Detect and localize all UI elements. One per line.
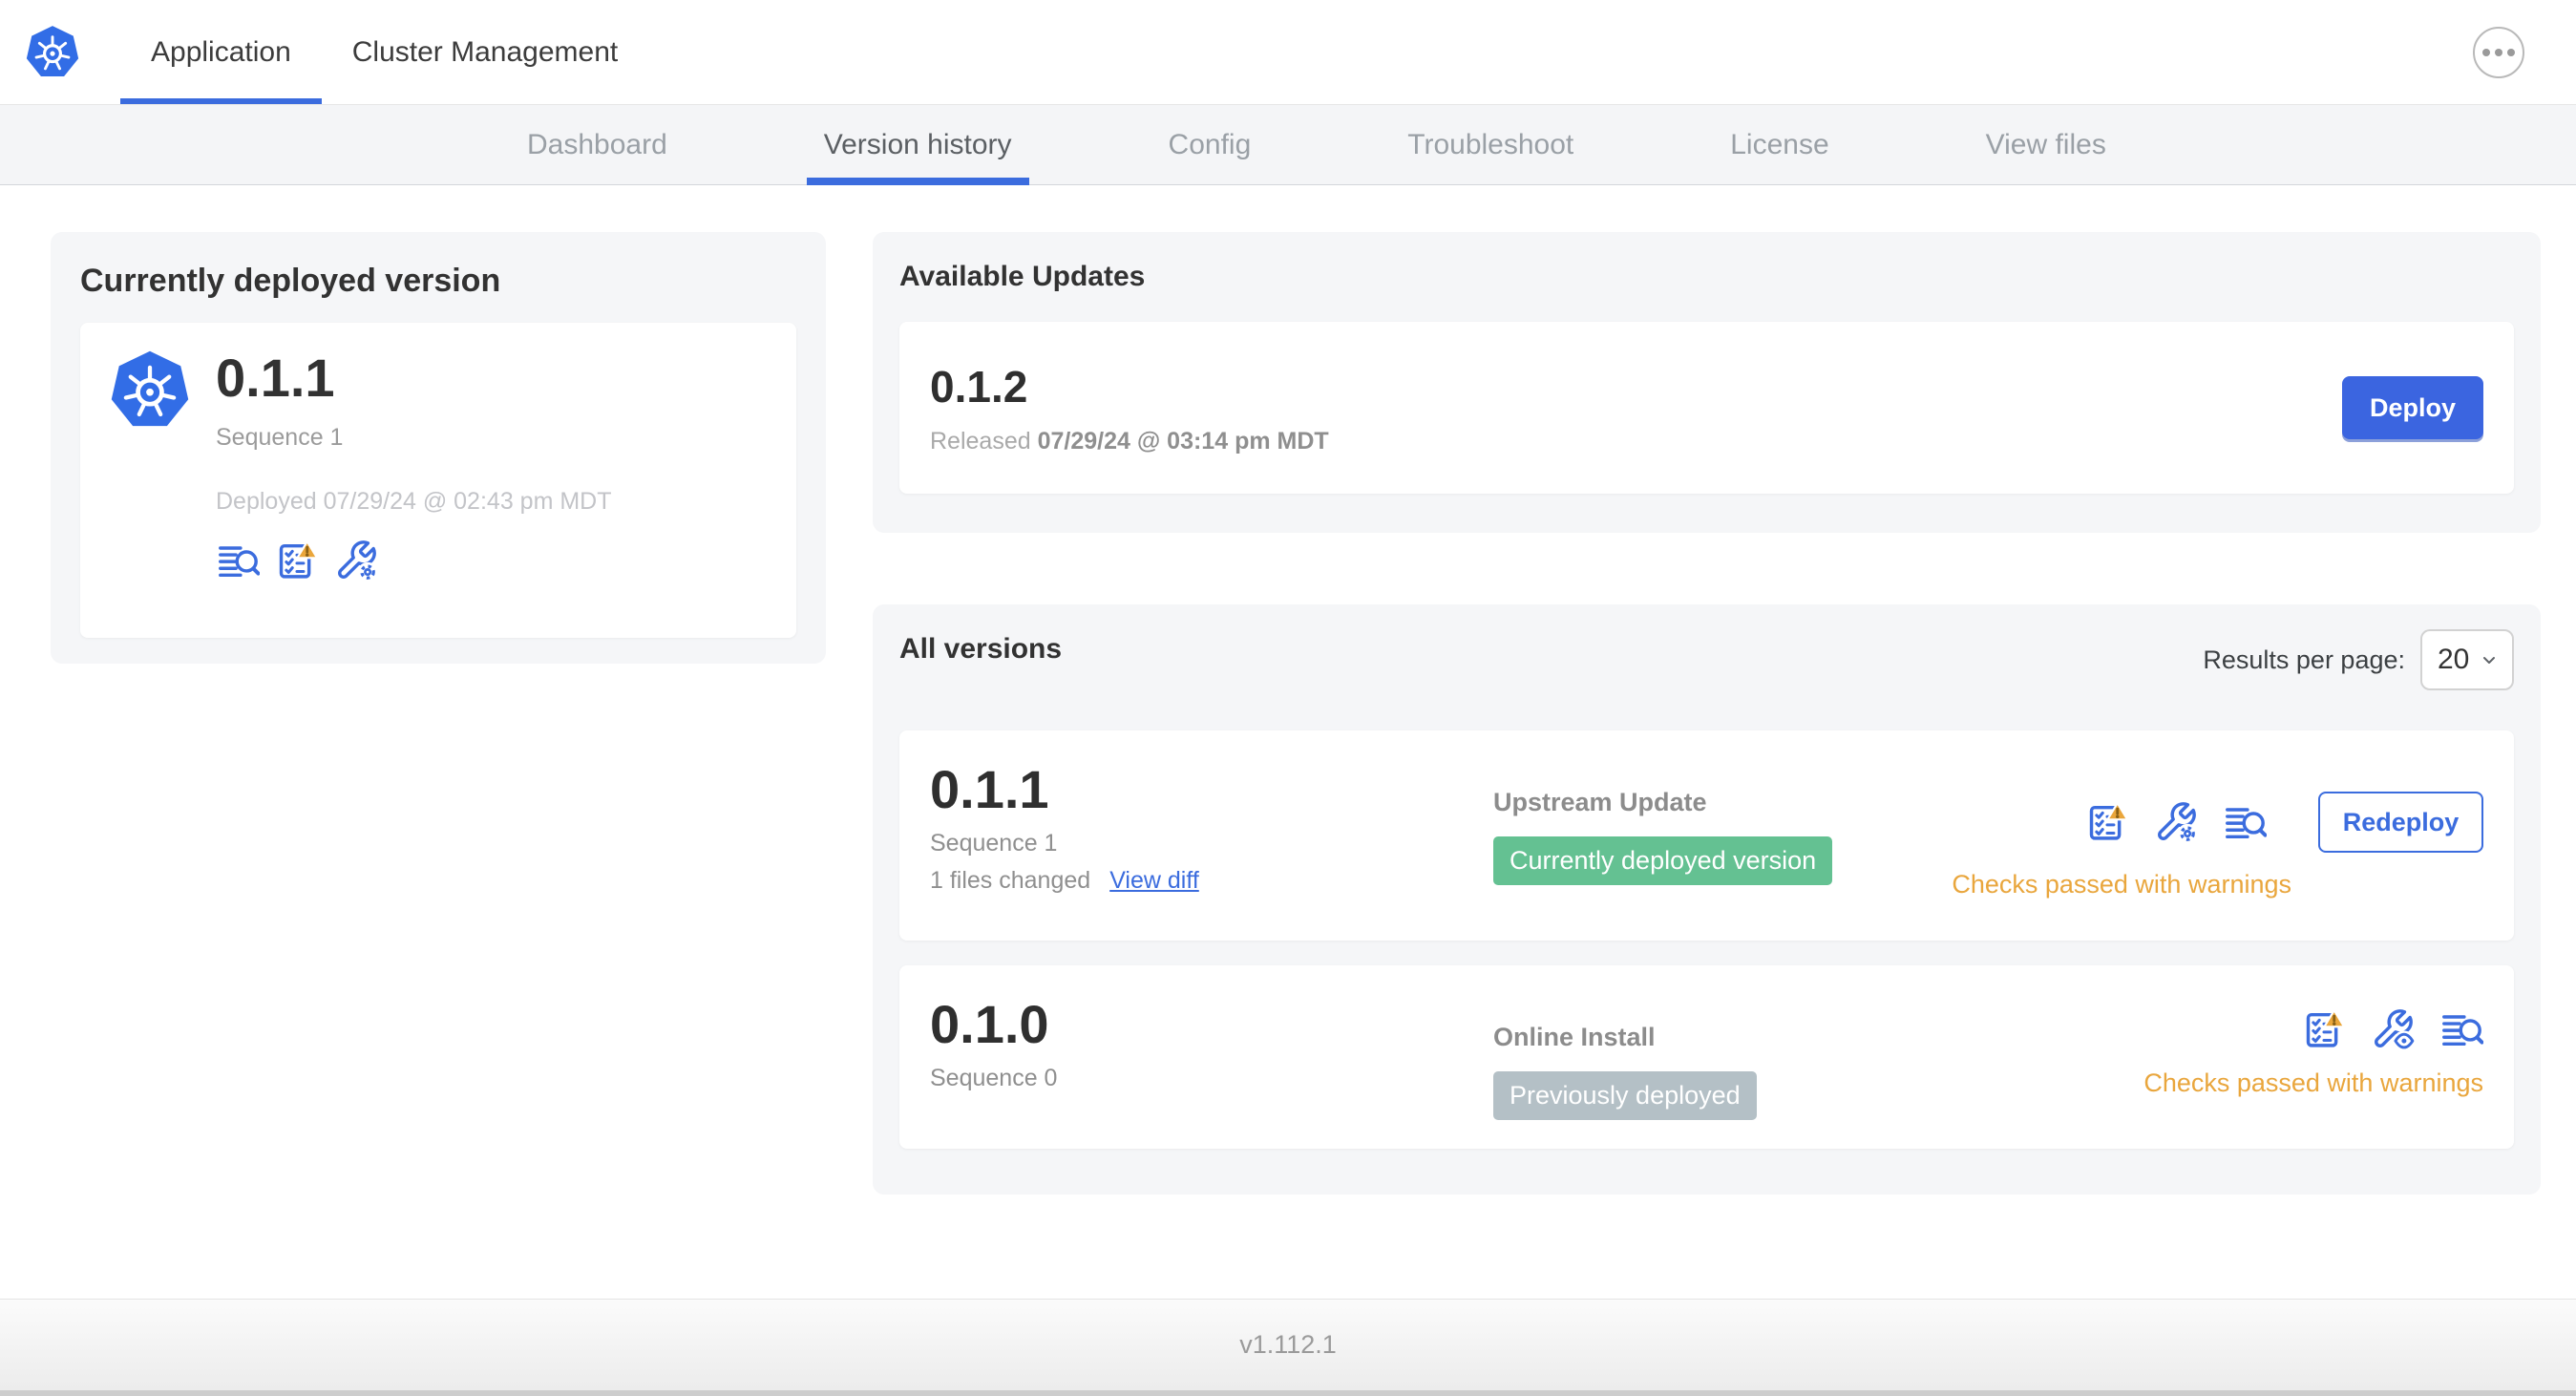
version-sequence: Sequence 0 [930,1065,1058,1091]
app-subnav: Dashboard Version history Config Trouble… [0,105,2576,185]
topbar: Application Cluster Management [0,0,2576,105]
tab-config[interactable]: Config [1151,105,1269,184]
source-label: Upstream Update [1493,788,1707,816]
config-view-icon[interactable] [2371,1007,2415,1051]
previously-deployed-badge: Previously deployed [1493,1071,1757,1120]
version-row-0-1-0: 0.1.0 Sequence 0 Online Install Previous… [899,965,2514,1149]
deploy-button[interactable]: Deploy [2342,376,2483,439]
version-number: 0.1.0 [930,994,1049,1054]
topbar-right [2473,0,2576,104]
available-updates-card: Available Updates 0.1.2 Released 07/29/2… [873,232,2541,533]
config-edit-icon[interactable] [334,539,378,582]
files-changed-label: 1 files changed [930,867,1091,894]
kubernetes-logo-icon [25,25,80,78]
console-version-label: v1.112.1 [1239,1330,1337,1359]
tab-dashboard-label: Dashboard [527,128,667,160]
version-actions: Redeploy Checks passed with warnings [1952,763,2483,899]
tab-view-files-label: View files [1985,128,2106,160]
source-label: Online Install [1493,1023,1656,1051]
preflight-checks-warning-icon[interactable] [2302,1007,2346,1051]
tab-cluster-management[interactable]: Cluster Management [322,0,648,104]
footer: v1.112.1 [0,1299,2576,1390]
chevron-down-icon [2483,657,2495,664]
logs-icon[interactable] [2439,1007,2483,1051]
currently-deployed-title: Currently deployed version [80,263,501,299]
tab-license[interactable]: License [1713,105,1846,184]
version-actions: Checks passed with warnings [2143,998,2483,1098]
kubernetes-app-icon [109,349,191,432]
logs-icon[interactable] [216,539,260,582]
tab-version-history[interactable]: Version history [806,105,1029,185]
version-sequence: Sequence 1 [930,830,1058,857]
version-source: Upstream Update Currently deployed versi… [1493,763,1952,885]
version-source: Online Install Previously deployed [1493,998,2143,1120]
available-update-row: 0.1.2 Released 07/29/24 @ 03:14 pm MDT D… [899,322,2514,494]
current-version-deployed-timestamp: Deployed 07/29/24 @ 02:43 pm MDT [216,488,612,515]
results-per-page-value: 20 [2438,644,2470,675]
current-version-number: 0.1.1 [216,348,335,408]
preflight-status-text: Checks passed with warnings [1952,870,2291,899]
topbar-tabs: Application Cluster Management [120,0,648,104]
app-window: Application Cluster Management Dashboard… [0,0,2576,1396]
right-column: Available Updates 0.1.2 Released 07/29/2… [873,232,2541,1195]
released-date: 07/29/24 @ 03:14 pm MDT [1037,427,1329,455]
preflight-status-text: Checks passed with warnings [2143,1068,2483,1097]
version-info: 0.1.0 Sequence 0 [930,998,1493,1092]
version-row-0-1-1: 0.1.1 Sequence 1 1 files changed View di… [899,730,2514,941]
currently-deployed-badge: Currently deployed version [1493,836,1833,885]
tab-troubleshoot-label: Troubleshoot [1407,128,1574,160]
tab-version-history-label: Version history [823,128,1012,160]
tab-license-label: License [1730,128,1829,160]
version-action-icons: Redeploy [2085,792,2483,853]
all-versions-title: All versions [899,633,1063,665]
tab-config-label: Config [1168,128,1252,160]
tab-cluster-management-label: Cluster Management [351,35,619,68]
current-version-sequence: Sequence 1 [216,424,344,451]
config-edit-icon[interactable] [2154,800,2198,844]
main-content: Currently deployed version 0.1.1 Sequenc… [0,185,2576,1299]
window-bottom-edge [0,1390,2576,1396]
tab-view-files[interactable]: View files [1969,105,2123,184]
view-diff-link[interactable]: View diff [1109,867,1199,895]
currently-deployed-details: 0.1.1 Sequence 1 Deployed 07/29/24 @ 02:… [216,349,612,611]
version-number: 0.1.1 [930,759,1049,819]
tab-application[interactable]: Application [120,0,322,104]
results-per-page: Results per page: 20 [2203,629,2514,690]
preflight-checks-warning-icon[interactable] [2085,800,2129,844]
version-action-icons [2302,1007,2483,1051]
all-versions-card: All versions Results per page: 20 0.1.1 … [873,604,2541,1195]
tab-dashboard[interactable]: Dashboard [510,105,685,184]
released-label: Released [930,427,1031,455]
ellipsis-menu-button[interactable] [2473,26,2524,78]
currently-deployed-card: Currently deployed version 0.1.1 Sequenc… [51,232,826,664]
results-per-page-label: Results per page: [2203,645,2405,674]
redeploy-button[interactable]: Redeploy [2318,792,2483,853]
results-per-page-select[interactable]: 20 [2420,629,2514,690]
all-versions-header: All versions Results per page: 20 [899,629,2514,690]
update-released-timestamp: Released 07/29/24 @ 03:14 pm MDT [930,428,1329,455]
ellipsis-icon [2482,48,2490,56]
tab-troubleshoot[interactable]: Troubleshoot [1390,105,1591,184]
files-changed-row: 1 files changed View diff [930,867,1493,895]
logs-icon[interactable] [2223,800,2267,844]
update-version-number: 0.1.2 [930,361,1028,412]
subnav-tabs: Dashboard Version history Config Trouble… [510,105,2123,185]
available-update-info: 0.1.2 Released 07/29/24 @ 03:14 pm MDT [930,361,1329,455]
current-version-actions [216,539,612,582]
preflight-checks-warning-icon[interactable] [275,539,319,582]
tab-application-label: Application [151,35,291,68]
available-updates-title: Available Updates [899,261,1146,292]
version-info: 0.1.1 Sequence 1 1 files changed View di… [930,763,1493,895]
currently-deployed-inner-card: 0.1.1 Sequence 1 Deployed 07/29/24 @ 02:… [80,323,796,638]
